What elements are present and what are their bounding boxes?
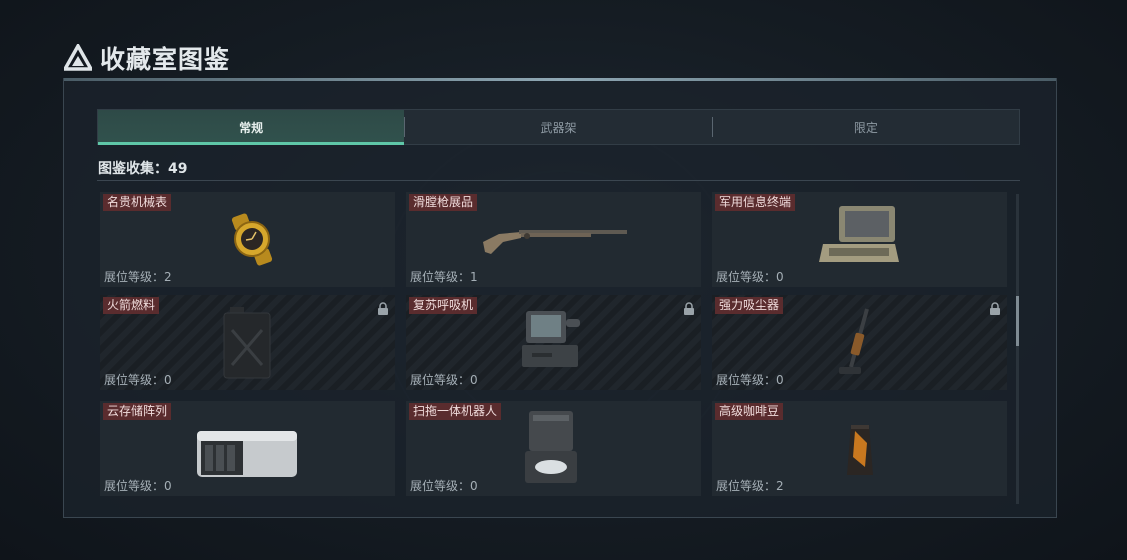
item-card[interactable]: 军用信息终端 展位等级：0 xyxy=(712,192,1007,287)
display-level: 展位等级：0 xyxy=(410,373,478,387)
collection-count-value: 49 xyxy=(168,161,188,177)
mop-robot-icon xyxy=(525,411,577,483)
page-title: 收藏室图鉴 xyxy=(100,45,231,74)
item-card[interactable]: 名贵机械表 展位等级：2 xyxy=(100,192,395,287)
item-card[interactable]: 扫拖一体机器人 展位等级：0 xyxy=(406,401,701,496)
tab-weapon-rack[interactable]: 武器架 xyxy=(405,110,711,144)
tab-label: 限定 xyxy=(853,120,878,135)
item-name: 复苏呼吸机 xyxy=(409,297,478,314)
item-name: 名贵机械表 xyxy=(103,194,172,211)
delta-logo-icon xyxy=(64,44,92,71)
collection-panel: 常规 武器架 限定 图鉴收集：49 名贵机械表 展位等级：2 滑膛枪展品 展位等… xyxy=(63,78,1057,518)
lock-icon xyxy=(378,302,388,315)
display-level: 展位等级：0 xyxy=(104,479,172,493)
item-card[interactable]: 滑膛枪展品 展位等级：1 xyxy=(406,192,701,287)
scrollbar[interactable] xyxy=(1016,194,1019,504)
tab-regular[interactable]: 常规 xyxy=(98,110,405,145)
vacuum-cleaner-icon xyxy=(839,308,869,374)
item-name: 云存储阵列 xyxy=(103,403,172,420)
gold-watch-icon xyxy=(231,213,273,266)
fuel-canister-icon xyxy=(223,307,271,379)
ventilator-icon xyxy=(522,311,580,367)
lock-icon xyxy=(684,302,694,315)
scrollbar-thumb[interactable] xyxy=(1016,296,1019,346)
item-name: 火箭燃料 xyxy=(103,297,160,314)
item-name: 高级咖啡豆 xyxy=(715,403,784,420)
display-level: 展位等级：0 xyxy=(104,373,172,387)
military-terminal-icon xyxy=(819,206,899,262)
display-level: 展位等级：2 xyxy=(716,479,784,493)
item-card[interactable]: 云存储阵列 展位等级：0 xyxy=(100,401,395,496)
page-header: 收藏室图鉴 xyxy=(64,42,230,74)
musket-icon xyxy=(483,230,627,254)
tab-label: 武器架 xyxy=(540,120,577,135)
item-name: 军用信息终端 xyxy=(715,194,796,211)
panel-top-divider xyxy=(64,78,1056,81)
tab-limited[interactable]: 限定 xyxy=(713,110,1019,144)
storage-array-icon xyxy=(197,431,297,477)
tab-label: 常规 xyxy=(239,120,264,135)
display-level: 展位等级：2 xyxy=(104,270,172,284)
coffee-bag-icon xyxy=(847,425,873,475)
display-level: 展位等级：0 xyxy=(716,373,784,387)
item-name: 滑膛枪展品 xyxy=(409,194,478,211)
lock-icon xyxy=(990,302,1000,315)
display-level: 展位等级：0 xyxy=(410,479,478,493)
display-level: 展位等级：0 xyxy=(716,270,784,284)
item-name: 扫拖一体机器人 xyxy=(409,403,502,420)
item-card[interactable]: 强力吸尘器 展位等级：0 xyxy=(712,295,1007,390)
collection-count-label: 图鉴收集： xyxy=(98,161,168,177)
display-level: 展位等级：1 xyxy=(410,270,478,284)
item-name: 强力吸尘器 xyxy=(715,297,784,314)
item-card[interactable]: 火箭燃料 展位等级：0 xyxy=(100,295,395,390)
item-card[interactable]: 复苏呼吸机 展位等级：0 xyxy=(406,295,701,390)
category-tabs: 常规 武器架 限定 xyxy=(97,109,1020,145)
count-divider xyxy=(97,180,1020,181)
collection-count: 图鉴收集：49 xyxy=(98,158,187,178)
item-card[interactable]: 高级咖啡豆 展位等级：2 xyxy=(712,401,1007,496)
